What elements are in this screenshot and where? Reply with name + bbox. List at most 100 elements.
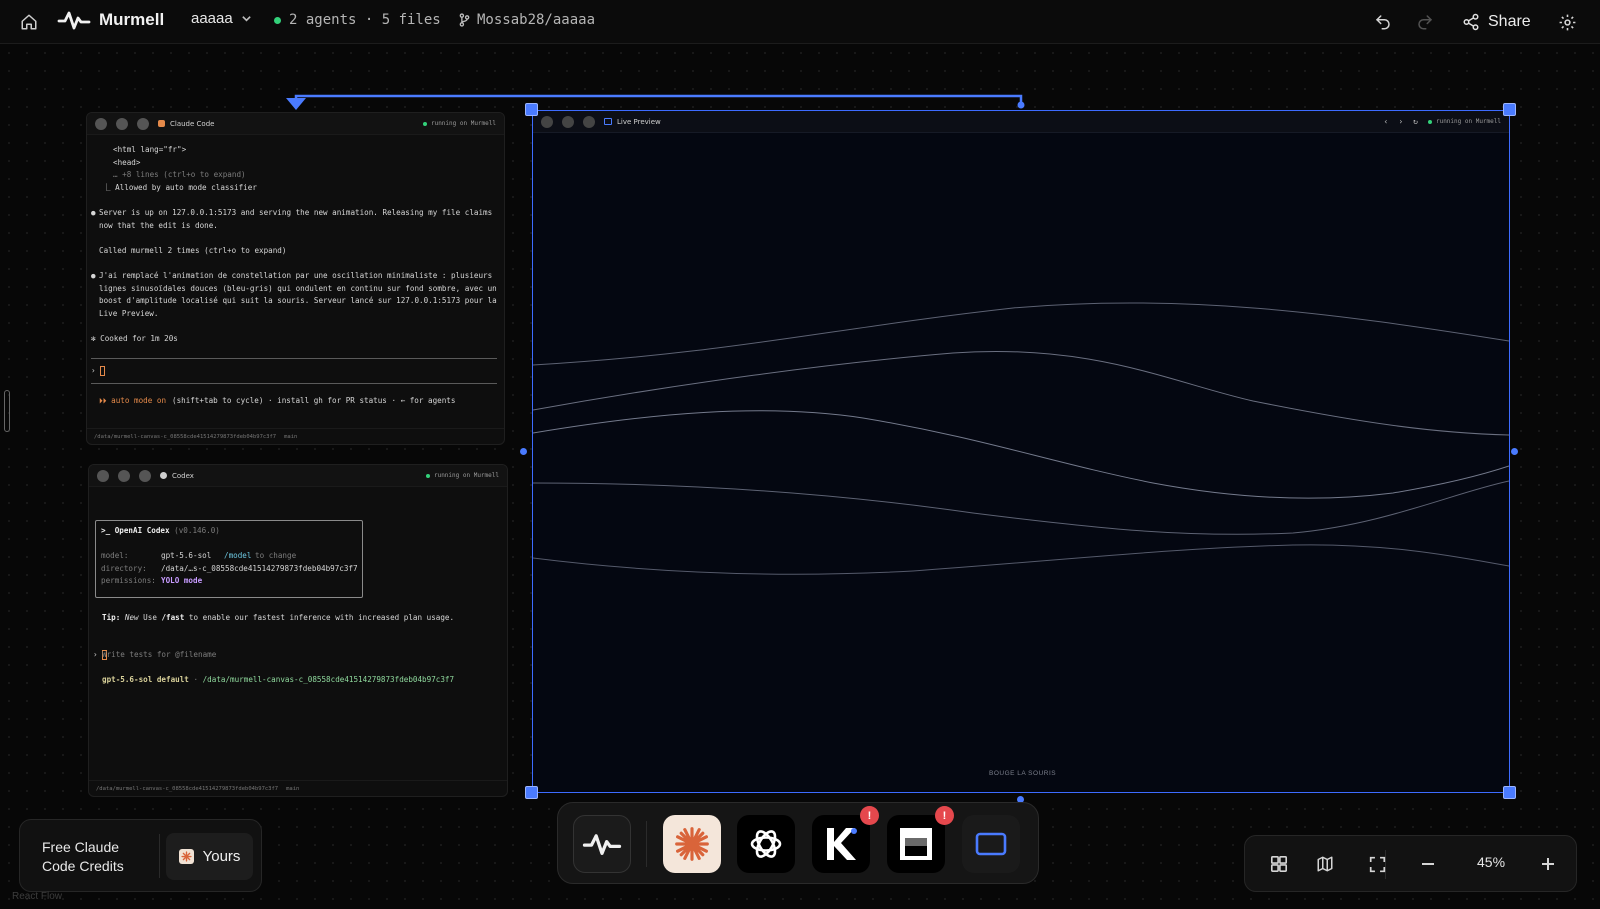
divider — [159, 834, 160, 878]
codex-panel-footer: /data/murmell-canvas-c_08558cde415142798… — [89, 780, 507, 796]
fit-view-button[interactable] — [1364, 851, 1390, 877]
codex-terminal-output[interactable]: >_ OpenAI Codex (v0.146.0) model: gpt-5.… — [89, 487, 507, 777]
dock-item-new-window[interactable] — [962, 815, 1020, 873]
window-close-icon[interactable] — [97, 469, 109, 482]
footer-branch: main — [286, 785, 300, 792]
codex-panel[interactable]: Codex running on Murmell >_ OpenAI Codex… — [88, 464, 508, 797]
dock-item-murmell[interactable] — [573, 815, 631, 873]
window-icon — [975, 832, 1007, 856]
window-close-icon[interactable] — [95, 117, 107, 130]
dock-item-kimi[interactable]: ! — [812, 806, 879, 873]
tip-new: New — [124, 613, 139, 622]
alert-badge: ! — [935, 806, 954, 825]
grid-view-button[interactable] — [1266, 851, 1292, 877]
fullscreen-icon — [1369, 856, 1385, 872]
model-command: /model — [224, 551, 252, 560]
window-maximize-icon[interactable] — [139, 469, 151, 482]
window-maximize-icon[interactable] — [137, 117, 149, 130]
output-line: ✻ Cooked for 1m 20s — [91, 334, 178, 343]
claude-code-panel[interactable]: Claude Code running on Murmell <html lan… — [86, 112, 505, 445]
canvas-controls: 45% — [1244, 835, 1577, 892]
permissions-value: YOLO mode — [161, 576, 203, 585]
bullet-icon: ● — [91, 208, 96, 217]
alert-badge: ! — [860, 806, 879, 825]
running-dot-icon — [422, 121, 427, 126]
claude-icon — [158, 120, 165, 127]
dock-divider — [646, 821, 647, 867]
output-line: Server is up on 127.0.0.1:5173 and servi… — [99, 208, 493, 217]
panel-title: Claude Code — [170, 119, 215, 128]
model-label: model: — [101, 551, 129, 560]
zoom-in-button[interactable] — [1535, 851, 1561, 877]
wave-animation[interactable] — [533, 133, 1509, 792]
connection-handle-left[interactable] — [520, 448, 527, 455]
permissions-label: permissions: — [101, 576, 156, 585]
yours-button[interactable]: Yours — [166, 833, 253, 880]
browser-icon — [604, 118, 612, 125]
codex-input-placeholder[interactable]: Write tests for @filename — [102, 649, 216, 662]
claude-terminal-output[interactable]: <html lang="fr"> <head> … +8 lines (ctrl… — [87, 135, 504, 425]
codex-header: Codex running on Murmell — [89, 465, 507, 487]
forward-icon[interactable]: › — [1398, 117, 1403, 126]
claude-spark-icon — [178, 849, 194, 864]
resize-handle-bottom-right[interactable] — [1503, 786, 1516, 799]
output-line: Live Preview. — [99, 309, 159, 318]
bullet-icon: ● — [91, 271, 96, 280]
credits-text: Free Claude Code Credits — [42, 839, 124, 874]
output-line: lignes sinusoïdales douces (bleu-gris) q… — [99, 284, 497, 293]
reload-icon[interactable]: ↻ — [1413, 117, 1418, 126]
output-line: J'ai remplacé l'animation de constellati… — [99, 271, 493, 280]
output-line: now that the edit is done. — [99, 221, 218, 230]
output-line: Called murmell 2 times (ctrl+o to expand… — [99, 246, 287, 255]
dock-item-openai[interactable] — [737, 815, 795, 873]
notion-icon — [900, 828, 932, 860]
dock-item-claude[interactable] — [663, 815, 721, 873]
tip-label: Tip: — [102, 613, 121, 622]
input-cursor[interactable] — [100, 366, 105, 376]
plus-icon — [1542, 858, 1554, 870]
directory-label: directory: — [101, 564, 147, 573]
window-maximize-icon[interactable] — [583, 115, 595, 128]
footer-path: /data/murmell-canvas-c_08558cde415142798… — [96, 785, 279, 792]
back-icon[interactable]: ‹ — [1383, 117, 1388, 126]
footer-branch: main — [284, 433, 298, 440]
claude-panel-footer: /data/murmell-canvas-c_08558cde415142798… — [87, 428, 504, 444]
zoom-level: 45% — [1477, 854, 1506, 870]
tip-command: /fast — [161, 613, 185, 622]
minimap-button[interactable] — [1312, 851, 1338, 877]
tip-use: Use — [143, 613, 157, 622]
live-preview-header: Live Preview ‹ › ↻ running on Murmell — [533, 111, 1509, 133]
window-minimize-icon[interactable] — [562, 115, 574, 128]
window-minimize-icon[interactable] — [116, 117, 128, 130]
resize-handle-top-left[interactable] — [525, 103, 538, 116]
panel-status: running on Murmell — [425, 472, 499, 479]
resize-handle-bottom-left[interactable] — [525, 786, 538, 799]
resize-handle-top-right[interactable] — [1503, 103, 1516, 116]
panel-title: Codex — [172, 471, 194, 480]
grid-icon — [1270, 855, 1288, 873]
free-credits-card[interactable]: Free Claude Code Credits Yours — [19, 819, 262, 892]
output-line: … +8 lines (ctrl+o to expand) — [113, 170, 246, 179]
zoom-out-button[interactable] — [1415, 851, 1441, 877]
kimi-k-icon — [827, 828, 857, 860]
window-minimize-icon[interactable] — [118, 469, 130, 482]
panel-title: Live Preview — [617, 117, 661, 126]
connection-handle-right[interactable] — [1511, 448, 1518, 455]
output-line: <head> — [113, 158, 141, 167]
window-close-icon[interactable] — [541, 115, 553, 128]
openai-icon — [750, 830, 782, 858]
directory-value: /data/…s-c_08558cde41514279873fdeb04b97c… — [161, 564, 358, 573]
prompt-caret: › — [91, 366, 96, 375]
react-flow-attribution[interactable]: React Flow — [12, 891, 62, 902]
model-value: gpt-5.6-sol — [161, 551, 212, 560]
model-line-path: /data/murmell-canvas-c_08558cde415142798… — [202, 675, 455, 684]
output-line: <html lang="fr"> — [113, 145, 187, 154]
claude-code-header: Claude Code running on Murmell — [87, 113, 504, 135]
live-preview-panel[interactable]: Live Preview ‹ › ↻ running on Murmell BO… — [532, 110, 1510, 793]
dock-item-notion[interactable]: ! — [887, 806, 954, 873]
footer-path: /data/murmell-canvas-c_08558cde415142798… — [94, 433, 277, 440]
prompt-caret-icon: › — [93, 650, 98, 659]
mode-hint: (shift+tab to cycle) · install gh for PR… — [172, 396, 456, 405]
panel-status-text: running on Murmell — [433, 472, 499, 479]
output-line: ⎿ Allowed by auto mode classifier — [103, 183, 257, 192]
